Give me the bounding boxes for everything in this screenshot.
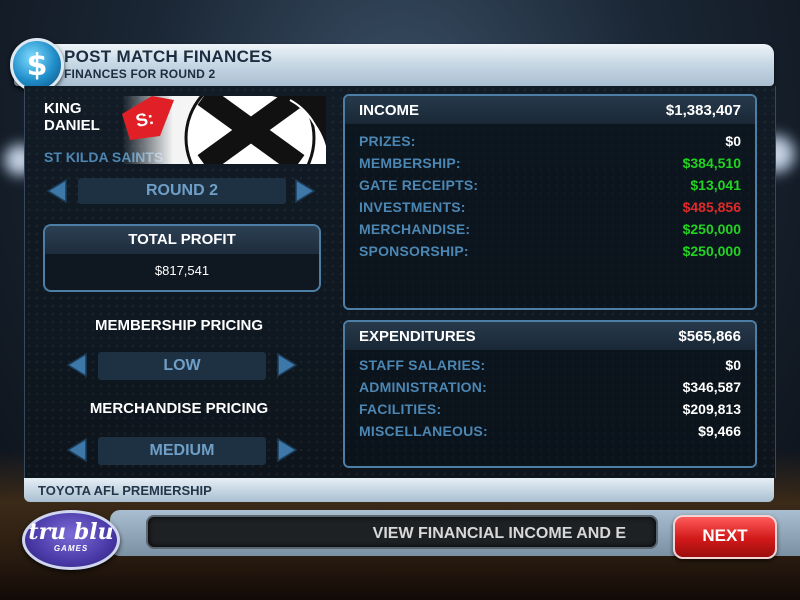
income-row-label: INVESTMENTS: [359,199,466,215]
income-row-value: $250,000 [682,221,741,237]
next-button[interactable]: NEXT [673,515,777,559]
income-row: INVESTMENTS: $485,856 [345,196,755,218]
expenditure-row: ADMINISTRATION: $346,587 [345,376,755,398]
income-header: INCOME $1,383,407 [345,96,755,124]
expenditure-row-value: $0 [725,357,741,373]
income-row-value: $485,856 [682,199,741,215]
expenditure-row-value: $9,466 [698,423,741,439]
income-row-label: SPONSORSHIP: [359,243,469,259]
round-prev-arrow[interactable] [44,178,70,204]
expenditure-row-value: $209,813 [682,401,741,417]
income-label: INCOME [359,101,419,119]
total-profit-label: TOTAL PROFIT [45,226,319,254]
expenditures-panel: EXPENDITURES $565,866 STAFF SALARIES: $0… [343,320,757,468]
page-subtitle: FINANCES FOR ROUND 2 [64,67,216,81]
total-profit-panel: TOTAL PROFIT $817,541 [43,224,321,292]
tru-blu-games-logo: tru blu GAMES [22,510,120,570]
merchandise-pricing-label: MERCHANDISE PRICING [89,400,269,417]
membership-prev-arrow[interactable] [64,352,90,378]
income-row-value: $384,510 [682,155,741,171]
expenditure-row-label: STAFF SALARIES: [359,357,486,373]
merchandise-pricing-selector[interactable]: MEDIUM [98,437,266,465]
round-selector[interactable]: ROUND 2 [78,178,286,204]
competition-footer: TOYOTA AFL PREMIERSHIP [24,478,774,502]
help-ticker: VIEW FINANCIAL INCOME AND E [146,515,658,549]
expenditure-row-label: ADMINISTRATION: [359,379,487,395]
income-row-value: $13,041 [690,177,741,193]
expenditure-row-label: FACILITIES: [359,401,442,417]
brand-sub-text: GAMES [53,544,89,553]
expenditures-label: EXPENDITURES [359,327,476,345]
dollar-coin-icon: $ [10,38,64,92]
income-row-value: $0 [725,133,741,149]
expenditures-header: EXPENDITURES $565,866 [345,322,755,350]
expenditures-total: $565,866 [678,327,741,345]
expenditure-row: FACILITIES: $209,813 [345,398,755,420]
brand-main-text: tru blu [28,519,114,545]
total-profit-value: $817,541 [154,263,210,278]
manager-name: KING DANIEL [44,100,100,134]
membership-pricing-selector[interactable]: LOW [98,352,266,380]
merchandise-next-arrow[interactable] [274,437,300,463]
income-row: GATE RECEIPTS: $13,041 [345,174,755,196]
membership-pricing-label: MEMBERSHIP PRICING [94,317,264,334]
membership-next-arrow[interactable] [274,352,300,378]
expenditure-row-value: $346,587 [682,379,741,395]
income-row-label: MERCHANDISE: [359,221,471,237]
income-row-label: PRIZES: [359,133,416,149]
expenditure-row: STAFF SALARIES: $0 [345,354,755,376]
income-panel: INCOME $1,383,407 PRIZES: $0 MEMBERSHIP:… [343,94,757,310]
income-row-label: MEMBERSHIP: [359,155,461,171]
expenditure-row: MISCELLANEOUS: $9,466 [345,420,755,442]
income-row: MERCHANDISE: $250,000 [345,218,755,240]
expenditure-row-label: MISCELLANEOUS: [359,423,488,439]
page-title: POST MATCH FINANCES [64,47,273,66]
income-row: SPONSORSHIP: $250,000 [345,240,755,262]
income-row-label: GATE RECEIPTS: [359,177,479,193]
income-row: PRIZES: $0 [345,130,755,152]
income-row: MEMBERSHIP: $384,510 [345,152,755,174]
round-next-arrow[interactable] [292,178,318,204]
st-kilda-saints-logo-icon: S: [122,96,326,164]
income-total: $1,383,407 [665,101,741,119]
income-row-value: $250,000 [682,243,741,259]
merchandise-prev-arrow[interactable] [64,437,90,463]
